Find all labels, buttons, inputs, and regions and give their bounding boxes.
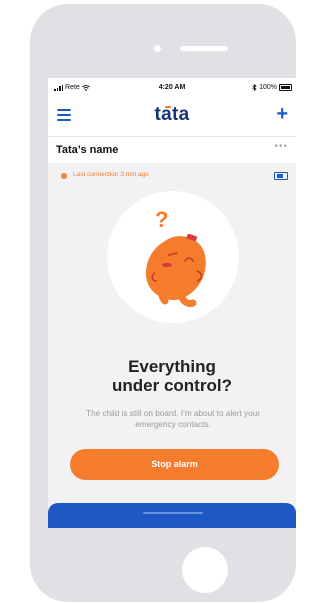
status-dot: [61, 173, 67, 179]
connection-status: Last connection 3 min ago: [48, 166, 296, 184]
alert-message: The child is still on board. I’m about t…: [86, 409, 260, 429]
question-mark: ?: [155, 207, 168, 232]
confused-mascot-illustration: ?: [107, 191, 239, 323]
nav-bar: tata +: [48, 96, 296, 137]
drag-handle[interactable]: [143, 512, 203, 514]
last-connection-text: Last connection 3 min ago: [73, 171, 149, 178]
battery-percent: 100%: [259, 84, 277, 91]
device-battery-icon: [274, 172, 288, 180]
earpiece-speaker: [180, 46, 228, 51]
home-button[interactable]: [182, 547, 228, 593]
app-logo: tata: [154, 104, 190, 125]
alert-title-line-2: under control?: [112, 376, 232, 395]
logo-accent: [165, 106, 171, 108]
front-camera: [154, 45, 161, 52]
more-options-icon[interactable]: •••: [274, 141, 288, 152]
status-right: 100%: [252, 84, 292, 91]
child-name: Tata’s name: [56, 144, 119, 156]
status-bar: Rete 4:20 AM 100%: [48, 78, 296, 96]
alert-title-line-1: Everything: [128, 357, 216, 376]
bluetooth-icon: [252, 84, 257, 91]
add-icon[interactable]: +: [276, 104, 288, 124]
stop-alarm-button[interactable]: Stop alarm: [70, 449, 279, 480]
app-screen: Rete 4:20 AM 100% tata + Tata’s name •••…: [48, 78, 296, 528]
profile-header: Tata’s name •••: [48, 137, 296, 164]
bottom-sheet[interactable]: [48, 503, 296, 528]
alert-title: Everything under control?: [48, 357, 296, 395]
battery-icon: [279, 84, 292, 91]
